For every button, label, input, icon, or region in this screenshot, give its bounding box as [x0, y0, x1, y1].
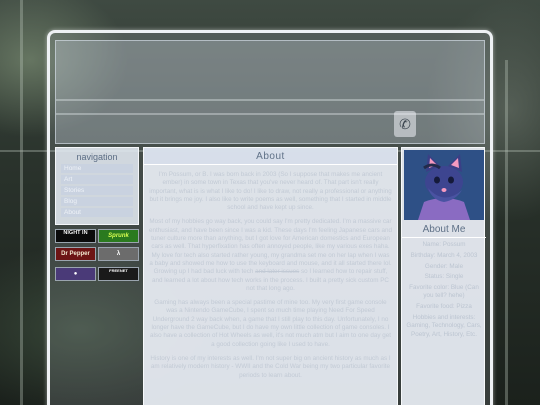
nav-item-home[interactable]: Home — [61, 164, 133, 173]
gender-field: Gender: Male — [424, 262, 464, 270]
gamecube-button[interactable]: ● — [55, 267, 96, 281]
name-field: Name: Possum — [422, 241, 466, 248]
status-field: Status: Single — [424, 273, 464, 281]
favorite-food-field: Favorite food: Pizza — [416, 303, 472, 311]
about-paragraph: Most of my hobbies go way back, you coul… — [144, 218, 397, 293]
about-me-panel: About Me Name: Possum Birthday: March 4,… — [401, 147, 486, 405]
navigation-panel: navigation Home Art Stories Blog About — [55, 147, 139, 225]
about-paragraph: Gaming has always been a special pastime… — [150, 299, 391, 348]
nav-item-about[interactable]: About — [61, 208, 133, 217]
avatar — [404, 150, 484, 220]
favorite-color-field: Favorite color: Blue (Can you tell? hehe… — [409, 284, 479, 300]
about-struck-text: and later issues — [255, 268, 300, 276]
background-pole — [505, 60, 508, 405]
background-pole — [20, 0, 23, 405]
about-paragraph: History is one of my interests as well. … — [150, 354, 391, 379]
navigation-title: navigation — [76, 152, 118, 162]
header-banner: ✆ — [55, 40, 485, 144]
birthday-field: Birthday: March 4, 2003 — [410, 251, 478, 259]
possum-avatar-image — [404, 150, 484, 220]
badge-buttons: NIGHT IN Sprunk Dr Pepper λ ● FREENET — [55, 229, 141, 285]
about-text: Most of my hobbies go way back, you coul… — [149, 218, 392, 276]
phone-icon: ✆ — [394, 111, 416, 137]
banner-rail — [56, 99, 484, 101]
about-me-info: Name: Possum Birthday: March 4, 2003 Gen… — [404, 241, 484, 341]
nav-item-art[interactable]: Art — [61, 175, 133, 184]
freenet-button[interactable]: FREENET — [98, 267, 139, 281]
night-in-button[interactable]: NIGHT IN — [55, 229, 96, 243]
sprunk-button[interactable]: Sprunk — [98, 229, 139, 243]
about-title: About — [144, 148, 397, 165]
about-me-title: About Me — [402, 224, 486, 238]
about-paragraph: I'm Possum, or B. I was born back in 200… — [149, 171, 392, 212]
half-life-button[interactable]: λ — [98, 247, 139, 261]
nav-item-stories[interactable]: Stories — [61, 186, 133, 195]
about-panel: About I'm Possum, or B. I was born back … — [143, 147, 398, 405]
banner-rail — [56, 113, 484, 115]
dr-pepper-button[interactable]: Dr Pepper — [55, 247, 96, 261]
hobbies-field: Hobbies and interests: Gaming, Technolog… — [406, 314, 482, 338]
nav-item-blog[interactable]: Blog — [61, 197, 133, 206]
